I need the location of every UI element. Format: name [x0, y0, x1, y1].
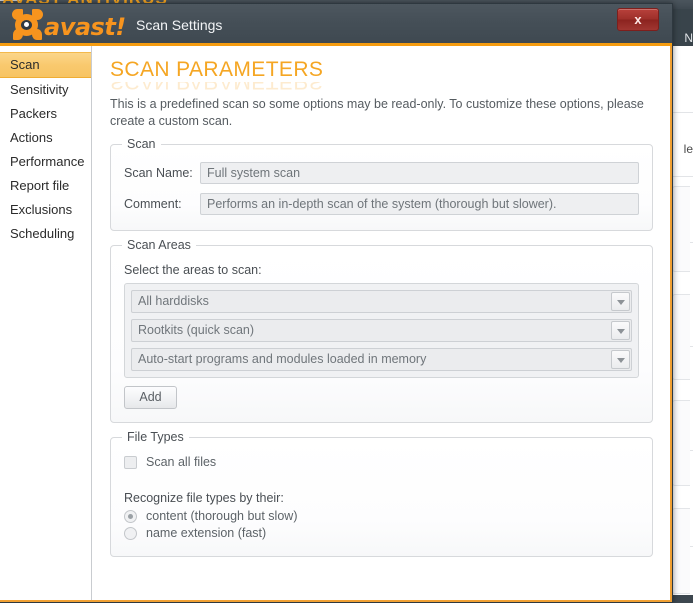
page-title-reflection: SCAN PARAMETERS — [110, 82, 662, 93]
sidebar-item-actions[interactable]: Actions — [0, 126, 91, 150]
sidebar-item-scheduling[interactable]: Scheduling — [0, 222, 91, 246]
scan-area-value: Auto-start programs and modules loaded i… — [138, 349, 605, 370]
comment-input[interactable]: Performs an in-depth scan of the system … — [200, 193, 639, 215]
sidebar-item-scan[interactable]: Scan — [0, 52, 91, 78]
sidebar-item-label: Scheduling — [10, 226, 74, 241]
recognize-by-extension-label: name extension (fast) — [146, 526, 266, 540]
scan-area-value: All harddisks — [138, 291, 605, 312]
dialog-body: Scan Sensitivity Packers Actions Perform… — [0, 46, 672, 602]
add-button[interactable]: Add — [124, 386, 177, 409]
scan-area-dropdown-2[interactable]: Rootkits (quick scan) — [131, 319, 632, 342]
close-button[interactable]: x — [617, 8, 659, 31]
settings-content: SCAN PARAMETERS SCAN PARAMETERS This is … — [93, 46, 670, 600]
dialog-titlebar[interactable]: avast! Scan Settings x — [0, 4, 672, 46]
page-title: SCAN PARAMETERS — [110, 58, 662, 82]
scan-group: Scan Scan Name: Full system scan Comment… — [110, 144, 653, 231]
background-card — [672, 508, 690, 594]
scan-group-title: Scan — [122, 137, 161, 151]
settings-sidebar: Scan Sensitivity Packers Actions Perform… — [0, 46, 92, 600]
comment-row: Comment: Performs an in-depth scan of th… — [124, 193, 639, 215]
scan-all-files-label: Scan all files — [146, 455, 216, 469]
chevron-down-icon[interactable] — [611, 350, 630, 369]
sidebar-item-performance[interactable]: Performance — [0, 150, 91, 174]
page-description: This is a predefined scan so some option… — [110, 96, 650, 130]
sidebar-item-label: Packers — [10, 106, 57, 121]
scan-name-input[interactable]: Full system scan — [200, 162, 639, 184]
sidebar-nav-list: Scan Sensitivity Packers Actions Perform… — [0, 46, 91, 246]
scan-name-label: Scan Name: — [124, 166, 200, 180]
scan-areas-group-title: Scan Areas — [122, 238, 196, 252]
chevron-down-icon[interactable] — [611, 292, 630, 311]
avast-brand-text: avast! — [44, 13, 126, 41]
recognize-by-content-radio[interactable] — [124, 510, 137, 523]
background-divider — [672, 176, 693, 177]
sidebar-item-exclusions[interactable]: Exclusions — [0, 198, 91, 222]
background-card — [672, 400, 690, 486]
scan-area-value: Rootkits (quick scan) — [138, 320, 605, 341]
scan-areas-list: All harddisks Rootkits (quick scan) Auto… — [124, 283, 639, 378]
scan-all-files-checkbox[interactable] — [124, 456, 137, 469]
scan-area-dropdown-3[interactable]: Auto-start programs and modules loaded i… — [131, 348, 632, 371]
sidebar-item-label: Scan — [10, 57, 40, 72]
sidebar-item-label: Exclusions — [10, 202, 72, 217]
sidebar-item-packers[interactable]: Packers — [0, 102, 91, 126]
recognize-by-extension-row[interactable]: name extension (fast) — [124, 526, 639, 540]
sidebar-item-label: Report file — [10, 178, 69, 193]
background-card — [672, 186, 690, 272]
recognize-file-types-label: Recognize file types by their: — [124, 491, 639, 505]
scan-areas-group: Scan Areas Select the areas to scan: All… — [110, 245, 653, 423]
background-right-label-top: N — [684, 31, 693, 45]
scan-name-row: Scan Name: Full system scan — [124, 162, 639, 184]
recognize-by-extension-radio[interactable] — [124, 527, 137, 540]
scan-area-dropdown-1[interactable]: All harddisks — [131, 290, 632, 313]
scan-areas-instruction: Select the areas to scan: — [124, 263, 639, 277]
recognize-by-content-label: content (thorough but slow) — [146, 509, 297, 523]
sidebar-item-sensitivity[interactable]: Sensitivity — [0, 78, 91, 102]
background-card — [672, 294, 690, 380]
comment-label: Comment: — [124, 197, 200, 211]
window-title: Scan Settings — [136, 17, 222, 33]
sidebar-item-report-file[interactable]: Report file — [0, 174, 91, 198]
scan-settings-dialog: avast! Scan Settings x Scan Sensitivity … — [0, 3, 673, 603]
file-types-group: File Types Scan all files Recognize file… — [110, 437, 653, 557]
background-window-content-sliver: le — [672, 46, 693, 595]
sidebar-item-label: Performance — [10, 154, 84, 169]
scan-all-files-row[interactable]: Scan all files — [124, 455, 639, 469]
recognize-by-content-row[interactable]: content (thorough but slow) — [124, 509, 639, 523]
sidebar-item-label: Sensitivity — [10, 82, 69, 97]
chevron-down-icon[interactable] — [611, 321, 630, 340]
avast-logo-icon — [12, 9, 46, 41]
background-right-label-mid: le — [684, 142, 693, 156]
background-divider — [672, 112, 693, 113]
sidebar-item-label: Actions — [10, 130, 53, 145]
file-types-group-title: File Types — [122, 430, 189, 444]
